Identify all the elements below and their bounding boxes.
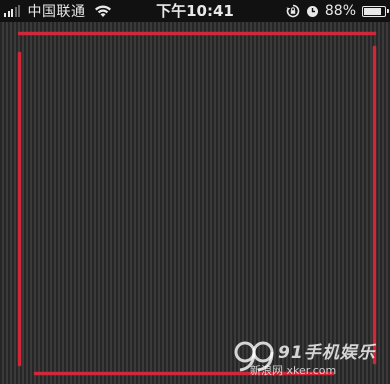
red-stroke-left: [18, 52, 21, 366]
battery-percentage: 88%: [324, 3, 356, 19]
battery-fill: [364, 7, 382, 15]
battery-icon: [362, 5, 389, 17]
watermark-subtext: 新浪网 xker.com: [250, 364, 337, 377]
rotation-lock-icon: [286, 4, 300, 18]
red-stroke-top: [18, 32, 376, 35]
watermark: 91手机娱乐 新浪网 xker.com: [232, 332, 382, 378]
status-bar: 中国联通 下午10:41 88%: [0, 0, 390, 22]
alarm-icon: [306, 5, 318, 17]
red-stroke-right: [373, 46, 376, 364]
drawing-canvas[interactable]: 91手机娱乐 新浪网 xker.com: [0, 22, 390, 384]
status-bar-right: 88%: [286, 0, 389, 22]
watermark-brand: 91手机娱乐: [278, 343, 376, 363]
